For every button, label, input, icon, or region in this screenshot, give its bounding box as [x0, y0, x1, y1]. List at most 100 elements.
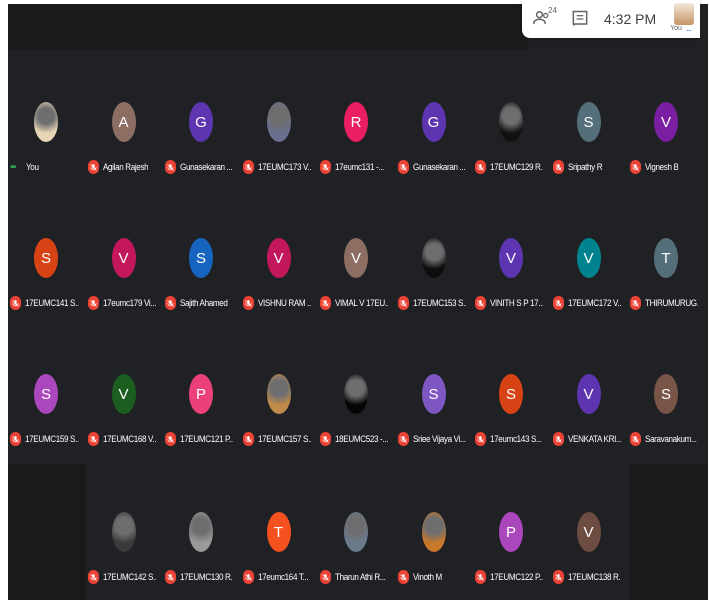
participant-photo — [421, 238, 446, 278]
participant-tile[interactable]: V Vignesh B — [628, 52, 704, 182]
top-bar — [8, 4, 528, 50]
mic-off-icon — [87, 160, 99, 174]
participant-tile[interactable]: Vinoth M — [396, 462, 472, 592]
participant-name: Gunasekaran ... — [412, 162, 465, 172]
participant-tile[interactable]: 17EUMC142 S... — [86, 462, 162, 592]
participant-nameplate: Gunasekaran ... — [165, 159, 239, 175]
participant-avatar: V — [111, 238, 136, 278]
participant-name: VENKATA KRI... — [567, 434, 621, 444]
participant-nameplate: THIRUMURUG... — [630, 295, 704, 311]
participant-tile[interactable]: S Sajith Ahamed — [163, 188, 239, 318]
participant-tile[interactable]: S Sriee Vijaya Vi... — [396, 324, 472, 454]
participant-tile[interactable]: S Sripathy R — [551, 52, 627, 182]
participant-tile[interactable]: G Gunasekaran ... — [163, 52, 239, 182]
participant-nameplate: 17EUMC173 V... — [242, 159, 317, 175]
participant-tile[interactable]: V VIMAL V 17EU... — [318, 188, 394, 318]
mic-off-icon — [397, 160, 409, 174]
mic-off-icon — [87, 296, 99, 310]
participant-name: VIMAL V 17EU... — [335, 298, 389, 308]
participant-tile[interactable]: R 17eumc131 -... — [318, 52, 394, 182]
participant-tile[interactable]: V VENKATA KRI... — [551, 324, 627, 454]
participant-nameplate: VISHNU RAM ... — [242, 295, 317, 311]
participant-nameplate: 17eumc131 -... — [320, 159, 394, 175]
participant-avatar: R — [344, 102, 368, 142]
participant-tile[interactable]: S 17EUMC141 S... — [8, 188, 84, 318]
self-preview[interactable]: You ... — [668, 1, 698, 37]
participant-photo — [266, 102, 291, 142]
participant-nameplate: 17EUMC157 S... — [242, 431, 317, 447]
participant-name: Gunasekaran ... — [180, 162, 233, 172]
mic-off-icon — [165, 570, 176, 584]
participant-tile[interactable]: 17EUMC157 S... — [241, 324, 317, 454]
participant-tile[interactable]: P 17EUMC122 P... — [473, 462, 549, 592]
clock: 4:32 PM — [604, 11, 657, 27]
participant-tile[interactable]: V 17EUMC168 V... — [86, 324, 162, 454]
participant-tile[interactable]: 17EUMC129 R... — [473, 52, 549, 182]
participant-tile[interactable]: 18EUMC523 -... — [318, 324, 394, 454]
participant-tile[interactable]: Tharun Athi R... — [318, 462, 394, 592]
participant-tile[interactable]: G Gunasekaran ... — [396, 52, 472, 182]
participant-avatar: S — [34, 374, 58, 414]
participant-tile[interactable]: ••• You — [8, 52, 84, 182]
participant-avatar: V — [576, 512, 601, 552]
participant-name: 17EUMC138 R... — [567, 572, 621, 582]
participant-tile[interactable]: S 17eumc143 S... — [473, 324, 549, 454]
participant-avatar: G — [421, 102, 446, 142]
participant-nameplate: 17EUMC159 S... — [10, 431, 84, 447]
participant-nameplate: 17eumc143 S... — [475, 431, 549, 447]
participant-name: 17EUMC142 S... — [102, 572, 156, 582]
meeting-area: ••• You A Agilan Rajesh G Gunasekaran ... 17EU… — [8, 4, 708, 600]
mic-off-icon — [552, 160, 564, 174]
mic-off-icon — [165, 160, 176, 174]
participant-nameplate: 17EUMC141 S... — [10, 295, 84, 311]
mic-off-icon — [475, 160, 486, 174]
participant-tile[interactable]: P 17EUMC121 P... — [163, 324, 239, 454]
participant-avatar: S — [421, 374, 446, 414]
participant-avatar: V — [266, 238, 291, 278]
participant-nameplate: Sripathy R — [552, 159, 627, 175]
self-thumbnail — [674, 3, 695, 25]
participant-tile[interactable]: 17EUMC173 V... — [241, 52, 317, 182]
participant-name: Sriee Vijaya Vi... — [412, 434, 466, 444]
participant-avatar: V — [344, 238, 368, 278]
empty-slot — [630, 464, 708, 600]
participant-tile[interactable]: T THIRUMURUG... — [628, 188, 704, 318]
chat-icon[interactable] — [570, 9, 590, 29]
people-icon[interactable]: 24 — [532, 6, 557, 30]
participant-name: Vignesh B — [645, 162, 679, 172]
participant-nameplate: Saravanakum... — [630, 431, 704, 447]
participant-name: 18EUMC523 -... — [335, 434, 389, 444]
participant-tile[interactable]: 17EUMC153 S... — [396, 188, 472, 318]
participant-tile[interactable]: V 17EUMC172 V... — [551, 188, 627, 318]
participant-tile[interactable]: S Saravanakum... — [628, 324, 704, 454]
participant-name: 17EUMC121 P... — [180, 434, 234, 444]
participant-avatar: S — [34, 238, 58, 278]
mic-off-icon — [242, 432, 254, 446]
mic-off-icon — [475, 570, 486, 584]
participant-name: Agilan Rajesh — [102, 162, 148, 172]
participant-avatar: V — [576, 374, 601, 414]
participant-nameplate: Vinoth M — [397, 569, 472, 585]
participant-avatar: V — [111, 374, 136, 414]
participant-tile[interactable]: V VISHNU RAM ... — [241, 188, 317, 318]
participant-tile[interactable]: 17EUMC130 R... — [163, 462, 239, 592]
participant-nameplate: ••• You — [10, 159, 84, 175]
participant-tile[interactable]: V 17EUMC138 R... — [551, 462, 627, 592]
participant-name: 17EUMC173 V... — [257, 162, 311, 172]
mic-off-icon — [320, 432, 331, 446]
participant-name: 17EUMC157 S... — [257, 434, 311, 444]
participant-nameplate: Gunasekaran ... — [397, 159, 472, 175]
participant-tile[interactable]: T 17eumc164 T... — [241, 462, 317, 592]
participant-tile[interactable]: S 17EUMC159 S... — [8, 324, 84, 454]
participant-tile[interactable]: V VINITH S P 17... — [473, 188, 549, 318]
mic-off-icon — [552, 570, 564, 584]
participant-avatar: S — [654, 374, 678, 414]
participant-name: Saravanakum... — [645, 434, 697, 444]
participant-tile[interactable]: V 17eumc179 Vi... — [86, 188, 162, 318]
participant-name: Tharun Athi R... — [335, 572, 386, 582]
participant-photo — [266, 374, 291, 414]
participant-avatar: T — [654, 238, 678, 278]
participant-avatar: A — [111, 102, 136, 142]
mic-off-icon — [242, 570, 254, 584]
participant-tile[interactable]: A Agilan Rajesh — [86, 52, 162, 182]
